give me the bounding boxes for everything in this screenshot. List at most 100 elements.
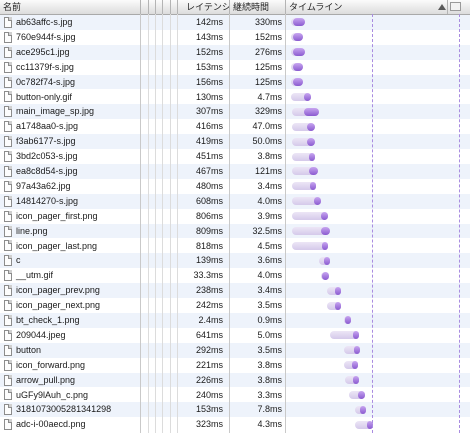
request-name: bt_check_1.png (16, 315, 80, 325)
request-latency: 307ms (195, 106, 223, 117)
timeline-bar (349, 390, 365, 399)
column-line (285, 14, 286, 433)
timeline-bar (291, 182, 317, 191)
table-row[interactable]: bt_check_1.png 2.4ms 0.9ms (0, 313, 470, 328)
request-duration: 5.0ms (257, 329, 282, 340)
timeline-bar-receiving (352, 331, 360, 340)
table-row[interactable]: icon_pager_prev.png 238ms 3.4ms (0, 283, 470, 299)
timeline-bar (290, 48, 305, 57)
table-row[interactable]: ab63affc-s.jpg 142ms 330ms (0, 15, 470, 30)
timeline-bar (290, 78, 304, 87)
column-toggle-icon[interactable] (450, 2, 461, 11)
table-row[interactable]: icon_pager_last.png 818ms 4.5ms (0, 238, 470, 254)
request-duration: 47.0ms (252, 121, 282, 132)
timeline-bar (290, 63, 304, 72)
table-row[interactable]: ea8c8d54-s.jpg 467ms 121ms (0, 164, 470, 179)
request-name: 3181073005281341298 (16, 404, 112, 415)
request-latency: 153ms (195, 61, 223, 72)
request-name: 97a43a62.jpg (16, 180, 71, 191)
column-divider[interactable] (170, 0, 171, 14)
request-latency: 451ms (195, 151, 223, 162)
request-name: arrow_pull.png (16, 374, 76, 385)
timeline-bar (354, 405, 367, 414)
file-icon (4, 46, 12, 58)
table-row[interactable]: icon_pager_next.png 242ms 3.5ms (0, 298, 470, 313)
column-header-latency[interactable]: レイテンシ (183, 0, 231, 14)
table-row[interactable]: button 292ms 3.5ms (0, 342, 470, 358)
request-name: __utm.gif (16, 270, 54, 281)
table-row[interactable]: 3181073005281341298 153ms 7.8ms (0, 402, 470, 418)
request-duration: 3.8ms (257, 359, 282, 370)
request-latency: 238ms (195, 285, 223, 296)
table-row[interactable]: 3bd2c053-s.jpg 451ms 3.8ms (0, 149, 470, 164)
table-row[interactable]: 0c782f74-s.jpg 156ms 125ms (0, 74, 470, 90)
column-divider[interactable] (447, 0, 448, 14)
request-duration: 4.0ms (257, 270, 282, 281)
file-icon (4, 285, 12, 297)
table-row[interactable]: __utm.gif 33.3ms 4.0ms (0, 268, 470, 284)
request-latency: 221ms (195, 359, 223, 370)
table-row[interactable]: 14814270-s.jpg 608ms 4.0ms (0, 193, 470, 209)
file-icon (4, 374, 12, 386)
request-name: c (16, 255, 21, 266)
request-duration: 3.4ms (257, 285, 282, 296)
file-icon (4, 180, 12, 192)
table-row[interactable]: main_image_sp.jpg 307ms 329ms (0, 104, 470, 120)
request-latency: 419ms (195, 136, 223, 147)
table-row[interactable]: uGFy9lAuh_c.png 240ms 3.3ms (0, 387, 470, 403)
timeline-bar-receiving (304, 107, 319, 116)
column-divider[interactable] (177, 0, 178, 14)
timeline-bar-receiving (307, 137, 316, 146)
timeline-bar-receiving (353, 346, 361, 355)
table-row[interactable]: 97a43a62.jpg 480ms 3.4ms (0, 178, 470, 194)
timeline-bar (318, 256, 331, 265)
request-latency: 142ms (195, 17, 223, 27)
file-icon (4, 151, 12, 163)
request-latency: 153ms (195, 404, 223, 415)
request-latency: 226ms (195, 374, 223, 385)
table-row[interactable]: f3ab6177-s.jpg 419ms 50.0ms (0, 134, 470, 150)
table-row[interactable]: adc-i-00aecd.png 323ms 4.3ms (0, 417, 470, 433)
column-header-timeline[interactable]: タイムライン (286, 0, 426, 14)
column-header-duration[interactable]: 継続時間 (230, 0, 285, 14)
timeline-bar-receiving (322, 271, 329, 280)
file-icon (4, 344, 12, 356)
request-latency: 292ms (195, 344, 223, 355)
table-row[interactable]: cc11379f-s.jpg 153ms 125ms (0, 59, 470, 75)
column-divider[interactable] (155, 0, 156, 14)
table-row[interactable]: icon_pager_first.png 806ms 3.9ms (0, 208, 470, 224)
request-latency: 806ms (195, 210, 223, 221)
request-latency: 323ms (195, 419, 223, 430)
file-icon (4, 210, 12, 222)
column-line (170, 14, 171, 433)
table-row[interactable]: c 139ms 3.6ms (0, 253, 470, 269)
request-name: 209044.jpeg (16, 329, 66, 340)
timeline-bar (291, 241, 328, 250)
file-icon (4, 195, 12, 207)
table-row[interactable]: 760e944f-s.jpg 143ms 152ms (0, 29, 470, 45)
timeline-bar-receiving (292, 48, 305, 57)
sort-ascending-icon[interactable] (438, 4, 446, 10)
table-row[interactable]: line.png 809ms 32.5ms (0, 223, 470, 239)
table-row[interactable]: ace295c1.jpg 152ms 276ms (0, 44, 470, 60)
request-duration: 125ms (254, 61, 282, 72)
column-divider[interactable] (148, 0, 149, 14)
table-row[interactable]: arrow_pull.png 226ms 3.8ms (0, 372, 470, 388)
request-duration: 7.8ms (257, 404, 282, 415)
table-row[interactable]: icon_forward.png 221ms 3.8ms (0, 357, 470, 373)
column-header-bar: 名前 レイテンシ 継続時間 タイムライン (0, 0, 470, 15)
timeline-bar-receiving (344, 316, 352, 325)
request-duration: 3.5ms (257, 344, 282, 355)
file-icon (4, 136, 12, 148)
column-divider[interactable] (140, 0, 141, 14)
request-name: ab63affc-s.jpg (16, 17, 73, 27)
table-row[interactable]: a1748aa0-s.jpg 416ms 47.0ms (0, 119, 470, 135)
table-row[interactable]: button-only.gif 130ms 4.7ms (0, 89, 470, 105)
column-header-name[interactable]: 名前 (0, 0, 140, 14)
timeline-bar (290, 92, 311, 101)
file-icon (4, 255, 12, 267)
timeline-bar (320, 271, 329, 280)
table-row[interactable]: 209044.jpeg 641ms 5.0ms (0, 327, 470, 343)
column-divider[interactable] (162, 0, 163, 14)
request-latency: 143ms (195, 31, 223, 42)
